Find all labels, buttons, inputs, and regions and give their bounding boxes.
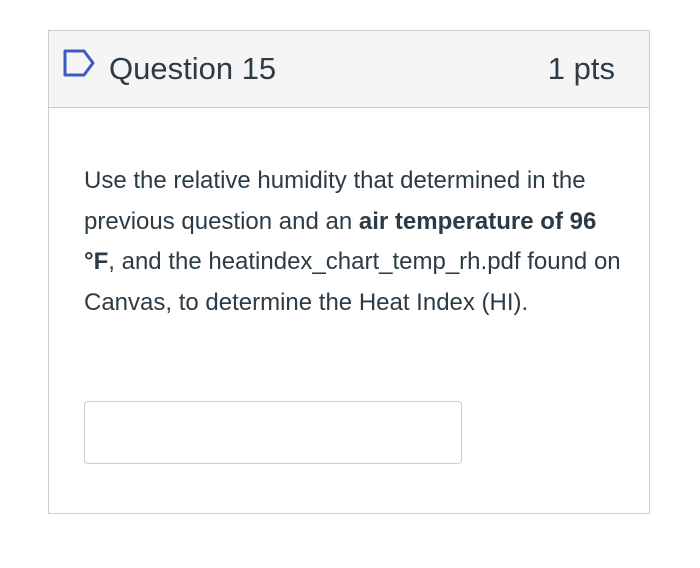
question-header: Question 15 1 pts (49, 31, 649, 108)
question-card: Question 15 1 pts Use the relative humid… (48, 30, 650, 514)
question-text: Use the relative humidity that determine… (84, 161, 624, 323)
question-points: 1 pts (547, 51, 615, 86)
question-text-part: , and the heatindex_chart_temp_rh.pdf fo… (84, 248, 621, 316)
question-title: Question 15 (109, 51, 277, 86)
flag-icon[interactable] (62, 48, 96, 78)
answer-input[interactable] (84, 401, 462, 464)
